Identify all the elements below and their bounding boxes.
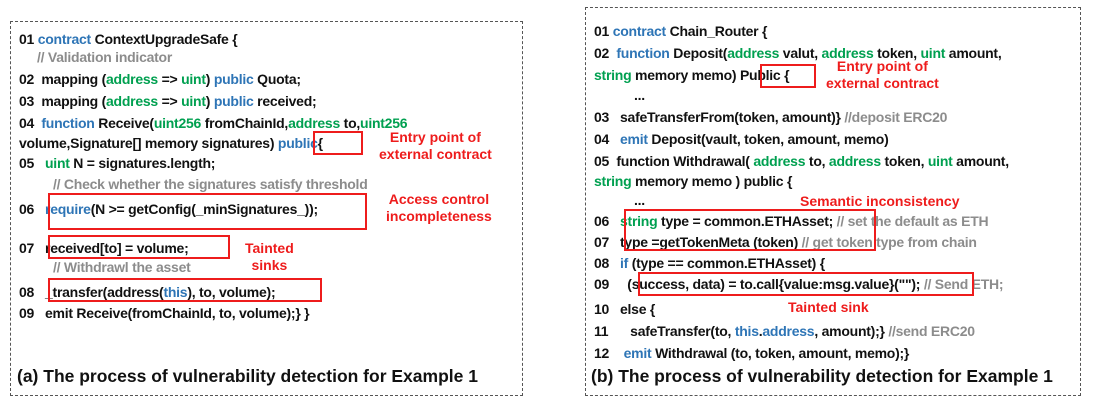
annotation-entry-point: Entry point of external contract	[826, 58, 939, 91]
comment-validation: // Validation indicator	[37, 49, 173, 65]
ellipsis-2: ...	[634, 192, 645, 208]
annotation-semantic-inconsistency: Semantic inconsistency	[800, 193, 960, 209]
code-line-11: 11 safeTransfer(to, this.address, amount…	[594, 323, 975, 339]
code-line-02: 02 function Deposit(address valut, addre…	[594, 45, 1002, 61]
highlight-transfer-box	[48, 278, 322, 302]
code-line-05: 05 uint N = signatures.length;	[19, 155, 216, 171]
highlight-public-box	[760, 64, 816, 88]
annotation-entry-point: Entry point of external contract	[379, 129, 492, 162]
code-line-04: 04 emit Deposit(vault, token, amount, me…	[594, 131, 889, 147]
comment-withdrawl: // Withdrawl the asset	[53, 259, 191, 275]
code-line-05: 05 function Withdrawal( address to, addr…	[594, 153, 1009, 169]
code-line-10: 10 else {	[594, 301, 656, 317]
ellipsis-1: ...	[634, 87, 645, 103]
code-line-02: 02 mapping (address => uint) public Quot…	[19, 71, 301, 87]
highlight-call-box	[638, 272, 974, 296]
code-line-01: 01 contract Chain_Router {	[594, 23, 768, 39]
panel-b: 01 contract Chain_Router { 02 function D…	[585, 7, 1081, 396]
code-line-08: 08 if (type == common.ETHAsset) {	[594, 255, 825, 271]
code-line-09: 09 emit Receive(fromChainId, to, volume)…	[19, 305, 310, 321]
code-line-04-cont: volume,Signature[] memory signatures) pu…	[19, 135, 323, 151]
highlight-received-box	[48, 235, 230, 259]
highlight-public-box	[313, 131, 363, 155]
code-line-03: 03 safeTransferFrom(token, amount)} //de…	[594, 109, 948, 125]
code-line-03: 03 mapping (address => uint) public rece…	[19, 93, 317, 109]
code-line-04: 04 function Receive(uint256 fromChainId,…	[19, 115, 408, 131]
annotation-access-control: Access control incompleteness	[386, 191, 492, 224]
code-line-05-cont: string memory memo ) public {	[594, 173, 793, 189]
annotation-tainted-sink: Tainted sink	[788, 299, 869, 315]
highlight-require-box	[48, 193, 367, 230]
annotation-tainted-sinks: Tainted sinks	[245, 240, 294, 273]
highlight-type-box	[624, 209, 876, 251]
code-line-12: 12 emit Withdrawal (to, token, amount, m…	[594, 345, 910, 361]
caption-a: (a) The process of vulnerability detecti…	[17, 366, 478, 386]
panel-a: 01 contract ContextUpgradeSafe { // Vali…	[10, 21, 523, 396]
code-line-01: 01 contract ContextUpgradeSafe {	[19, 31, 238, 47]
comment-check-signatures: // Check whether the signatures satisfy …	[53, 176, 368, 192]
caption-b: (b) The process of vulnerability detecti…	[591, 366, 1053, 386]
